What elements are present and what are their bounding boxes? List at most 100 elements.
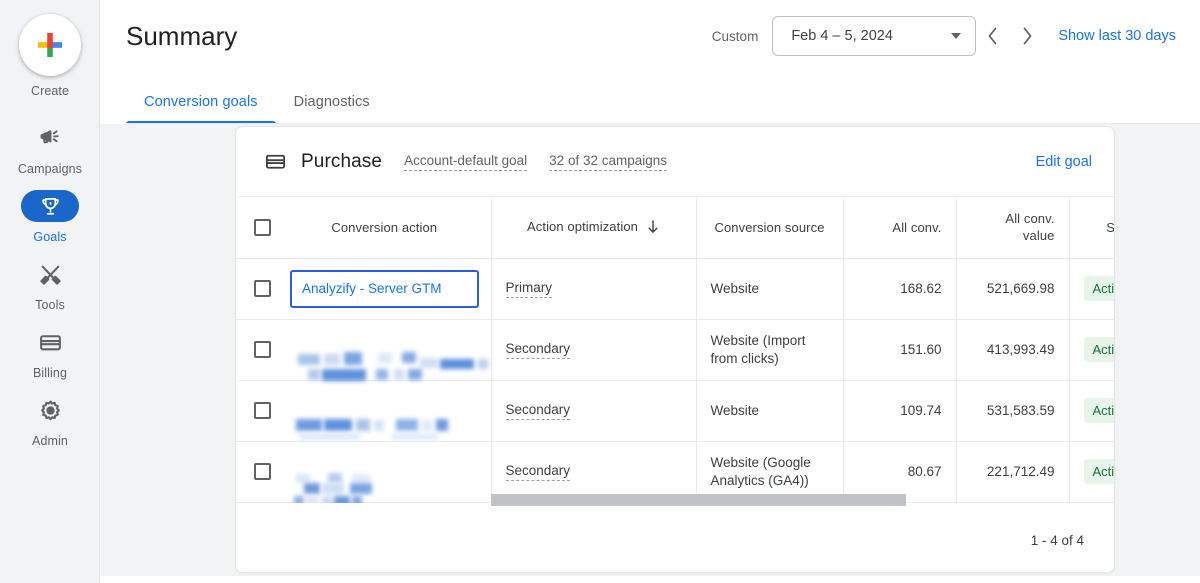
select-all-checkbox[interactable]	[254, 218, 271, 236]
all-conv-value-cell: 521,669.98	[956, 258, 1070, 320]
row-checkbox[interactable]	[254, 280, 271, 297]
column-label: Conversion source	[714, 219, 825, 235]
credit-card-icon	[39, 334, 61, 350]
action-optimization-cell: Secondary	[491, 380, 697, 442]
trophy-icon	[41, 197, 59, 215]
table-row: Analyzify - Server GTM Primary Website 1…	[236, 258, 1114, 320]
all-conv-cell: 109.74	[843, 380, 957, 442]
previous-period-button[interactable]	[976, 16, 1010, 56]
tab-label: Diagnostics	[293, 94, 370, 110]
action-optimization-link[interactable]: Secondary	[505, 341, 571, 359]
google-ads-summary-screen: Create Campaigns Goals Tools Billing Adm…	[0, 0, 1200, 583]
column-label: Status	[1084, 219, 1114, 236]
column-header-all-conv-value[interactable]: All conv. value	[956, 197, 1070, 259]
column-label: Action optimization	[526, 219, 638, 235]
conversion-source-value: Website (Import from clicks)	[710, 332, 806, 366]
date-mode-label: Custom	[711, 28, 759, 44]
tab-bar: Conversion goals Diagnostics	[100, 72, 1200, 124]
row-checkbox[interactable]	[254, 402, 271, 419]
row-checkbox[interactable]	[254, 463, 271, 480]
goals-icon-pill	[21, 190, 79, 222]
goal-card-header: Purchase Account-default goal 32 of 32 c…	[236, 127, 1114, 197]
sidebar-item-billing[interactable]: Billing	[0, 326, 100, 380]
action-optimization-link[interactable]: Secondary	[505, 463, 571, 481]
conversion-source-value: Website	[710, 280, 760, 296]
sidebar-item-tools[interactable]: Tools	[0, 258, 100, 312]
credit-card-icon	[264, 150, 287, 173]
column-header-conversion-action[interactable]: Conversion action	[284, 197, 492, 259]
column-header-action-optimization[interactable]: Action optimization	[491, 197, 697, 259]
conversion-action-cell[interactable]	[284, 380, 492, 442]
purchase-goal-card: Purchase Account-default goal 32 of 32 c…	[235, 126, 1115, 573]
table-footer: 1 - 4 of 4	[236, 508, 1114, 572]
sidebar-item-create[interactable]: Create	[0, 14, 100, 98]
table-row: Secondary Website 109.74 531,583.59 Acti…	[236, 380, 1114, 442]
all-conv-cell: 151.60	[843, 319, 957, 381]
page-title: Summary	[126, 20, 238, 51]
column-header-all-conv[interactable]: All conv.	[843, 197, 957, 259]
conversion-source-cell: Website	[696, 258, 844, 320]
table-body: Analyzify - Server GTM Primary Website 1…	[236, 258, 1114, 503]
tools-icon	[39, 265, 61, 285]
tab-label: Conversion goals	[144, 94, 258, 110]
pagination-range: 1 - 4 of 4	[1030, 532, 1084, 548]
next-period-button[interactable]	[1010, 16, 1044, 56]
edit-goal-link[interactable]: Edit goal	[1036, 154, 1092, 170]
tab-diagnostics[interactable]: Diagnostics	[276, 94, 388, 124]
primary-sidebar: Create Campaigns Goals Tools Billing Adm…	[0, 0, 100, 583]
date-range-value: Feb 4 – 5, 2024	[791, 28, 893, 44]
admin-icon-pill	[21, 394, 79, 426]
sidebar-item-goals[interactable]: Goals	[0, 190, 100, 244]
campaigns-icon-pill	[21, 122, 79, 154]
show-last-30-days-link[interactable]: Show last 30 days	[1058, 28, 1176, 44]
billing-icon-pill	[21, 326, 79, 358]
status-badge: Active	[1083, 459, 1114, 484]
select-all-header	[236, 197, 284, 259]
main-content: Summary Custom Feb 4 – 5, 2024 Show last…	[100, 0, 1200, 583]
conversion-action-cell[interactable]	[284, 319, 492, 381]
create-button[interactable]	[19, 14, 81, 76]
action-optimization-cell: Primary	[491, 258, 697, 320]
gear-icon	[40, 400, 60, 420]
megaphone-icon	[40, 130, 59, 144]
tab-conversion-goals[interactable]: Conversion goals	[126, 94, 276, 124]
chevron-right-icon	[1023, 27, 1032, 45]
conversion-action-cell[interactable]: Analyzify - Server GTM	[284, 258, 492, 320]
scrollbar-thumb[interactable]	[491, 494, 906, 506]
column-header-status[interactable]: Status	[1069, 197, 1114, 259]
status-cell: Active	[1069, 319, 1114, 381]
tools-icon-pill	[21, 258, 79, 290]
sidebar-item-label: Admin	[32, 434, 68, 448]
table-horizontal-scrollbar[interactable]	[236, 493, 1114, 507]
status-badge: Active	[1083, 398, 1114, 423]
sidebar-item-label: Tools	[35, 298, 65, 312]
table-row: Secondary Website (Import from clicks) 1…	[236, 319, 1114, 381]
page-toolbar: Summary Custom Feb 4 – 5, 2024 Show last…	[100, 0, 1200, 72]
account-default-goal-link[interactable]: Account-default goal	[404, 153, 528, 171]
row-select-cell	[236, 319, 284, 381]
sidebar-item-label: Campaigns	[17, 162, 83, 176]
conversion-actions-table-wrapper: Conversion action Action optimization Co…	[236, 197, 1114, 503]
campaigns-count-link[interactable]: 32 of 32 campaigns	[549, 153, 668, 171]
conversion-source-value: Website (Google Analytics (GA4))	[710, 454, 811, 488]
plus-icon	[38, 33, 62, 57]
status-badge: Active	[1083, 337, 1114, 362]
chevron-left-icon	[988, 27, 997, 45]
all-conv-cell: 168.62	[843, 258, 957, 320]
date-controls: Custom Feb 4 – 5, 2024 Show last 30 days	[712, 16, 1176, 56]
action-optimization-link[interactable]: Primary	[505, 280, 552, 298]
action-optimization-link[interactable]: Secondary	[505, 402, 571, 420]
conversion-action-link[interactable]: Analyzify - Server GTM	[290, 269, 479, 308]
row-checkbox[interactable]	[254, 341, 271, 358]
column-label: Conversion action	[331, 219, 438, 235]
column-header-conversion-source[interactable]: Conversion source	[696, 197, 844, 259]
status-cell: Active	[1069, 380, 1114, 442]
column-label: All conv.	[892, 219, 942, 235]
column-label: All conv. value	[1005, 211, 1055, 244]
caret-down-icon	[951, 33, 962, 39]
sidebar-item-campaigns[interactable]: Campaigns	[0, 122, 100, 176]
action-optimization-cell: Secondary	[491, 319, 697, 381]
date-range-picker[interactable]: Feb 4 – 5, 2024	[772, 16, 977, 56]
all-conv-value-cell: 531,583.59	[956, 380, 1070, 442]
sidebar-item-admin[interactable]: Admin	[0, 394, 100, 448]
